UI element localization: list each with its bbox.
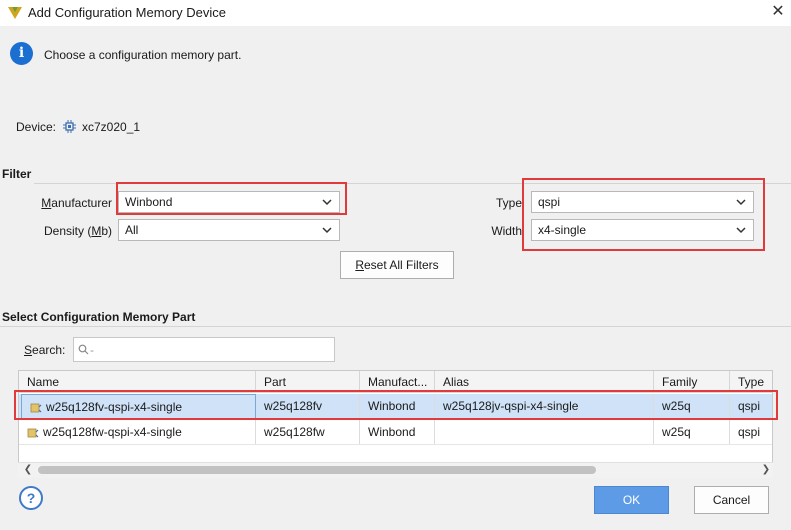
density-label-text: Density (: [43, 224, 92, 238]
width-value: x4-single: [538, 223, 587, 237]
table-row[interactable]: w25q128fw-qspi-x4-single w25q128fw Winbo…: [19, 420, 772, 445]
row-alias: [435, 420, 654, 445]
info-icon: i: [10, 42, 33, 65]
window-title: Add Configuration Memory Device: [28, 5, 226, 20]
scroll-left-icon[interactable]: ❮: [21, 463, 35, 477]
scroll-right-icon[interactable]: ❯: [759, 463, 773, 477]
density-label-end: b): [101, 224, 112, 238]
density-dropdown[interactable]: All: [118, 219, 340, 241]
filter-section-title: Filter: [2, 167, 32, 181]
manufacturer-label-text: anufacturer: [51, 196, 112, 210]
width-dropdown[interactable]: x4-single: [531, 219, 754, 241]
density-label: Density (Mb): [30, 224, 112, 238]
column-header-manufacturer[interactable]: Manufact...: [360, 371, 435, 393]
manufacturer-label-mnemonic: M: [41, 196, 52, 210]
manufacturer-label: Manufacturer: [34, 196, 112, 210]
type-label: Type: [495, 196, 522, 210]
reset-button-mnemonic: R: [355, 258, 364, 272]
row-name: w25q128fv-qspi-x4-single: [46, 400, 183, 414]
density-value: All: [125, 223, 139, 237]
filter-divider: [34, 183, 791, 184]
info-message: Choose a configuration memory part.: [44, 48, 242, 62]
row-family: w25q: [654, 394, 730, 419]
row-part: w25q128fw: [256, 420, 360, 445]
chevron-down-icon: [736, 199, 746, 206]
row-manufacturer: Winbond: [360, 420, 435, 445]
row-type: qspi: [738, 399, 761, 413]
column-header-family[interactable]: Family: [654, 371, 730, 393]
row-name-cell: w25q128fv-qspi-x4-single: [21, 394, 256, 419]
search-input[interactable]: -: [73, 337, 335, 362]
chip-icon: [63, 120, 76, 133]
search-label: Search:: [24, 343, 65, 357]
help-icon[interactable]: ?: [19, 486, 43, 510]
chevron-down-icon: [322, 227, 332, 234]
memory-part-icon: [27, 428, 39, 438]
row-manufacturer: Winbond: [360, 394, 435, 419]
select-part-section-title: Select Configuration Memory Part: [2, 310, 196, 324]
device-label: Device:: [16, 120, 57, 134]
row-type: qspi: [730, 420, 772, 445]
manufacturer-dropdown[interactable]: Winbond: [118, 191, 340, 213]
search-icon: [78, 344, 89, 355]
width-label: Width: [491, 224, 522, 238]
search-label-mnemonic: S: [24, 343, 33, 357]
type-dropdown[interactable]: qspi: [531, 191, 754, 213]
device-value: xc7z020_1: [82, 120, 141, 134]
type-value: qspi: [538, 195, 561, 209]
manufacturer-value: Winbond: [125, 195, 173, 209]
table-row[interactable]: w25q128fv-qspi-x4-single w25q128fv Winbo…: [19, 394, 772, 419]
search-label-text: earch:: [32, 343, 66, 357]
row-family: w25q: [654, 420, 730, 445]
cancel-button[interactable]: Cancel: [694, 486, 769, 514]
row-alias: w25q128jv-qspi-x4-single: [435, 394, 654, 419]
column-header-alias[interactable]: Alias: [435, 371, 654, 393]
close-icon[interactable]: ✕: [768, 2, 788, 22]
row-name-cell: w25q128fw-qspi-x4-single: [19, 420, 256, 445]
column-header-name[interactable]: Name: [19, 371, 256, 393]
vivado-logo-icon: [8, 7, 22, 19]
chevron-down-icon: [322, 199, 332, 206]
ok-button[interactable]: OK: [594, 486, 669, 514]
scrollbar-thumb[interactable]: [38, 466, 596, 474]
reset-button-label: eset All Filters: [363, 258, 439, 272]
chevron-down-icon: [736, 227, 746, 234]
reset-all-filters-button[interactable]: Reset All Filters: [340, 251, 454, 279]
density-label-mnemonic: M: [91, 224, 102, 238]
column-header-part[interactable]: Part: [256, 371, 360, 393]
table-header: Name Part Manufact... Alias Family Type: [19, 371, 772, 393]
column-header-type[interactable]: Type: [730, 371, 772, 393]
search-placeholder: -: [90, 343, 94, 357]
memory-part-icon: [30, 403, 42, 413]
row-part: w25q128fv: [256, 394, 360, 419]
select-part-divider: [0, 326, 791, 327]
row-name: w25q128fw-qspi-x4-single: [43, 425, 182, 439]
